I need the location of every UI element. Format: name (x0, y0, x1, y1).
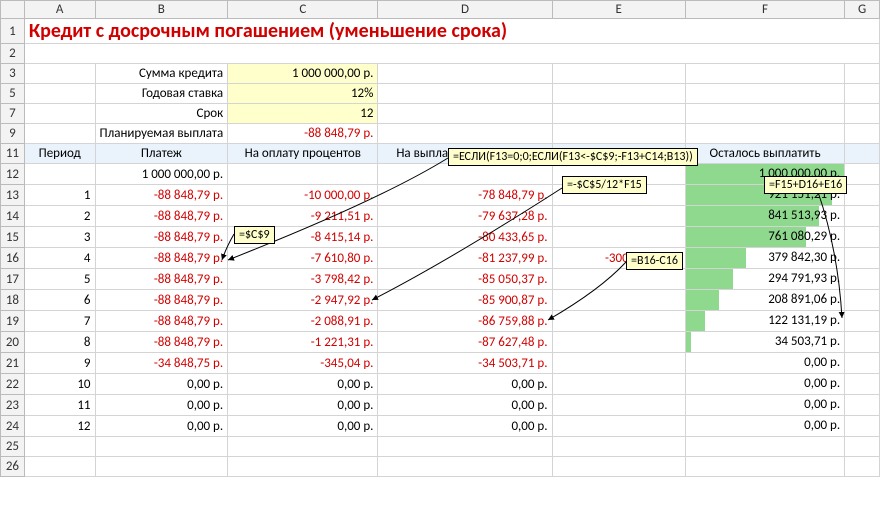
value-planned: -88 848,79 р. (228, 124, 378, 144)
col-A[interactable]: A (24, 1, 95, 19)
formula-f16: =F15+D16+E16 (764, 176, 847, 194)
remaining-cell[interactable]: 208 891,06 р. (685, 290, 844, 311)
table-row: 22100,00 р.0,00 р.0,00 р.0,00 р. (1, 374, 880, 395)
formula-e16: =B16-C16 (626, 252, 683, 270)
table-row: 142-88 848,79 р.-9 211,51 р.-79 637,28 р… (1, 206, 880, 227)
remaining-cell[interactable]: 34 503,71 р. (685, 332, 844, 353)
col-G[interactable]: G (845, 1, 880, 19)
label-planned: Планируемая выплата (95, 124, 228, 144)
remaining-cell[interactable]: 122 131,19 р. (685, 311, 844, 332)
column-titles-row: 11 Период Платеж На оплату процентов На … (1, 144, 880, 164)
table-row: 23110,00 р.0,00 р.0,00 р.0,00 р. (1, 395, 880, 416)
table-row: 175-88 848,79 р.-3 798,42 р.-85 050,37 р… (1, 269, 880, 290)
col-B[interactable]: B (95, 1, 228, 19)
table-row: 24120,00 р.0,00 р.0,00 р.0,00 р. (1, 416, 880, 437)
input-term-row: 7 Срок 12 (1, 104, 880, 124)
hdr-period: Период (24, 144, 95, 164)
table-row: 131-88 848,79 р.-10 000,00 р.-78 848,79 … (1, 185, 880, 206)
spreadsheet-grid[interactable]: A B C D E F G 1 Кредит с досрочным погаш… (0, 0, 880, 477)
label-sum: Сумма кредита (95, 64, 228, 84)
input-sum-row: 3 Сумма кредита 1 000 000,00 р. (1, 64, 880, 84)
remaining-cell[interactable]: 0,00 р. (685, 395, 844, 416)
hdr-payment: Платеж (95, 144, 228, 164)
input-sum[interactable]: 1 000 000,00 р. (228, 64, 378, 84)
formula-d13: =-$C$5/12*F15 (562, 176, 647, 194)
formula-b13: =$C$9 (234, 226, 275, 244)
remaining-cell[interactable]: 0,00 р. (685, 353, 844, 374)
col-C[interactable]: C (228, 1, 378, 19)
col-F[interactable]: F (685, 1, 844, 19)
planned-row: 9 Планируемая выплата -88 848,79 р. (1, 124, 880, 144)
hdr-remaining: Осталось выплатить (685, 144, 844, 164)
label-rate: Годовая ставка (95, 84, 228, 104)
table-row: 153-88 848,79 р.-8 415,14 р.-80 433,65 р… (1, 227, 880, 248)
table-row: 208-88 848,79 р.-1 221,31 р.-87 627,48 р… (1, 332, 880, 353)
remaining-cell[interactable]: 0,00 р. (685, 374, 844, 395)
hdr-interest: На оплату процентов (228, 144, 378, 164)
column-headers: A B C D E F G (1, 1, 880, 19)
input-term[interactable]: 12 (228, 104, 378, 124)
remaining-cell[interactable]: 761 080,29 р. (685, 227, 844, 248)
title-row: 1 Кредит с досрочным погашением (уменьше… (1, 19, 880, 44)
table-row: 121 000 000,00 р.1 000 000,00 р. (1, 164, 880, 185)
input-rate[interactable]: 12% (228, 84, 378, 104)
table-row: 186-88 848,79 р.-2 947,92 р.-85 900,87 р… (1, 290, 880, 311)
label-term: Срок (95, 104, 228, 124)
remaining-cell[interactable]: 841 513,93 р. (685, 206, 844, 227)
col-D[interactable]: D (378, 1, 552, 19)
remaining-cell[interactable]: 379 842,30 р. (685, 248, 844, 269)
table-row: 219-34 848,75 р.-345,04 р.-34 503,71 р.0… (1, 353, 880, 374)
remaining-cell[interactable]: 294 791,93 р. (685, 269, 844, 290)
table-row: 164-88 848,79 р.-7 610,80 р.-81 237,99 р… (1, 248, 880, 269)
remaining-cell[interactable]: 0,00 р. (685, 416, 844, 437)
input-rate-row: 5 Годовая ставка 12% (1, 84, 880, 104)
col-E[interactable]: E (552, 1, 685, 19)
page-title: Кредит с досрочным погашением (уменьшени… (24, 19, 879, 44)
table-row: 197-88 848,79 р.-2 088,91 р.-86 759,88 р… (1, 311, 880, 332)
formula-if: =ЕСЛИ(F13=0;0;ЕСЛИ(F13<-$C$9;-F13+C14;B1… (448, 148, 698, 166)
